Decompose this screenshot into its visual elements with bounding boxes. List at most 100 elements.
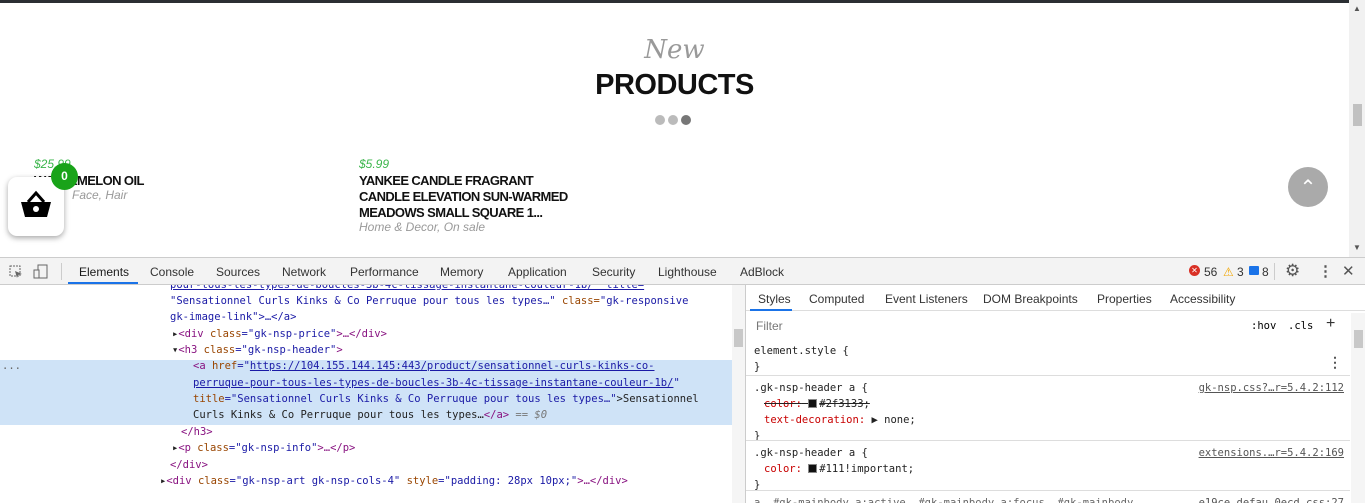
attr-value: ="padding: 28px 10px;" [438, 475, 578, 487]
message-count[interactable]: 8 [1262, 265, 1269, 279]
section-heading: PRODUCTS [595, 69, 754, 101]
console-ref: == $0 [509, 409, 548, 421]
slider-dot[interactable] [655, 115, 665, 125]
more-options-icon[interactable]: ⋮ [1318, 262, 1333, 280]
elements-dom-tree[interactable]: pour-tous-les-types-de-boucles-3b-4c-tis… [0, 285, 745, 503]
node-actions-ellipsis[interactable]: ... [2, 358, 21, 374]
attr-value: =" [237, 360, 250, 372]
tag: </a> [483, 409, 510, 421]
product-title-line: MEADOWS SMALL SQUARE 1... [359, 205, 543, 220]
styles-filter-input[interactable]: Filter [750, 315, 1240, 335]
dom-line[interactable]: </h3> [181, 424, 213, 440]
scroll-to-top-button[interactable]: ⌃ [1288, 167, 1328, 207]
slider-dot-active[interactable] [681, 115, 691, 125]
dom-node-price[interactable]: ▸<div class="gk-nsp-price">…</div> [172, 326, 387, 342]
rule-source-link[interactable]: gk-nsp.css?…r=5.4.2:112 [1199, 380, 1344, 396]
error-count[interactable]: 56 [1204, 265, 1217, 279]
dom-node-h3[interactable]: ▾<h3 class="gk-nsp-header"> [172, 342, 343, 358]
tab-network[interactable]: Network [282, 265, 326, 279]
tab-accessibility[interactable]: Accessibility [1170, 292, 1235, 306]
tab-event-listeners[interactable]: Event Listeners [885, 292, 968, 306]
scroll-up-arrow-icon[interactable]: ▲ [1353, 4, 1361, 13]
tab-lighthouse[interactable]: Lighthouse [658, 265, 717, 279]
scroll-down-arrow-icon[interactable]: ▼ [1353, 243, 1361, 252]
settings-gear-icon[interactable]: ⚙ [1285, 261, 1300, 281]
attr-name: style [406, 475, 439, 487]
color-swatch[interactable] [808, 399, 818, 408]
property-name[interactable]: text-decoration: [764, 414, 865, 426]
tab-elements[interactable]: Elements [79, 265, 129, 279]
scrollbar-thumb[interactable] [734, 329, 743, 347]
tab-security[interactable]: Security [592, 265, 635, 279]
page-scrollbar[interactable]: ▲ ▼ [1349, 0, 1365, 257]
property-value[interactable]: ▶ none; [871, 414, 915, 426]
tab-sources[interactable]: Sources [216, 265, 260, 279]
dom-node-info[interactable]: ▸<p class="gk-nsp-info">…</p> [172, 440, 355, 456]
tag: >…</div> [577, 475, 628, 487]
new-rule-plus-icon[interactable]: + [1326, 315, 1335, 333]
property-value[interactable]: #2f3133; [819, 398, 870, 410]
section-script-heading: New [644, 35, 705, 65]
attr-name: class [197, 475, 230, 487]
href-link[interactable]: https://104.155.144.145:443/product/sens… [250, 360, 655, 372]
attr-value: "gk-responsive [599, 295, 689, 307]
product-title-line: YANKEE CANDLE FRAGRANT [359, 173, 534, 188]
tab-console[interactable]: Console [150, 265, 194, 279]
dom-line[interactable]: title="Sensationnel Curls Kinks & Co Per… [193, 391, 699, 407]
dom-line[interactable]: gk-image-link">…</a> [170, 309, 296, 325]
dom-line[interactable]: Curls Kinks & Co Perruque pour tous les … [193, 407, 547, 423]
style-rule-element[interactable]: element.style { } ⋮ [746, 339, 1350, 375]
devtools-panel: Elements Console Sources Network Perform… [0, 257, 1365, 503]
slider-dot[interactable] [668, 115, 678, 125]
text-node: Curls Kinks & Co Perruque pour tous les … [193, 409, 484, 421]
dom-line[interactable]: "Sensationnel Curls Kinks & Co Perruque … [170, 293, 688, 309]
cls-toggle[interactable]: .cls [1288, 320, 1313, 332]
more-options-icon[interactable]: ⋮ [1328, 355, 1342, 371]
href-link[interactable]: perruque-pour-tous-les-types-de-boucles-… [193, 377, 673, 389]
rule-source-link[interactable]: extensions.…r=5.4.2:169 [1199, 445, 1344, 461]
style-rule[interactable]: a, #gk-mainbody a:active, #gk-mainbody a… [746, 490, 1350, 503]
product-title[interactable]: YANKEE CANDLE FRAGRANT CANDLE ELEVATION … [359, 173, 568, 221]
error-icon[interactable]: ✕ [1189, 265, 1200, 276]
inspect-element-icon[interactable] [9, 265, 23, 279]
color-swatch[interactable] [808, 464, 818, 473]
style-rule[interactable]: .gk-nsp-header a { extensions.…r=5.4.2:1… [746, 440, 1350, 491]
styles-tab-bar: Styles Computed Event Listeners DOM Brea… [746, 285, 1365, 311]
tab-memory[interactable]: Memory [440, 265, 483, 279]
dom-line[interactable]: </div> [170, 457, 208, 473]
property-name[interactable]: color: [764, 463, 802, 475]
tab-styles[interactable]: Styles [758, 292, 791, 306]
tab-application[interactable]: Application [508, 265, 567, 279]
device-toolbar-icon[interactable] [33, 264, 49, 279]
style-rule[interactable]: .gk-nsp-header a { gk-nsp.css?…r=5.4.2:1… [746, 375, 1350, 442]
tab-computed[interactable]: Computed [809, 292, 864, 306]
close-devtools-icon[interactable]: ✕ [1342, 262, 1355, 280]
scrollbar-thumb[interactable] [1353, 104, 1362, 126]
attr-name: title [193, 393, 225, 405]
tab-adblock[interactable]: AdBlock [740, 265, 784, 279]
elements-scrollbar[interactable] [732, 285, 745, 503]
tag: >…</div> [336, 328, 387, 340]
scrollbar-thumb[interactable] [1354, 330, 1363, 348]
dom-node-a-selected[interactable]: <a href="https://104.155.144.145:443/pro… [193, 358, 655, 374]
tab-properties[interactable]: Properties [1097, 292, 1152, 306]
warning-icon[interactable]: ⚠ [1223, 265, 1234, 279]
attr-value: ="Sensationnel Curls Kinks & Co Perruque… [224, 393, 617, 405]
warning-count[interactable]: 3 [1237, 265, 1244, 279]
hov-toggle[interactable]: :hov [1251, 320, 1276, 332]
active-tab-indicator [68, 282, 138, 284]
property-value[interactable]: #111!important; [819, 463, 914, 475]
styles-scrollbar[interactable] [1351, 313, 1365, 503]
devtools-tab-bar: Elements Console Sources Network Perform… [0, 258, 1365, 285]
attr-name: class [203, 344, 236, 356]
product-categories[interactable]: Home & Decor, On sale [359, 220, 485, 234]
tab-dom-breakpoints[interactable]: DOM Breakpoints [983, 292, 1078, 306]
property-name[interactable]: color: [764, 398, 802, 410]
tab-performance[interactable]: Performance [350, 265, 419, 279]
product-categories[interactable]: Face, Hair [72, 188, 127, 202]
tag: <div [178, 328, 210, 340]
message-icon[interactable] [1249, 266, 1259, 275]
dom-node-art[interactable]: ▸<div class="gk-nsp-art gk-nsp-cols-4" s… [160, 473, 628, 489]
attr-name: href [211, 360, 238, 372]
slider-pagination [655, 115, 691, 125]
